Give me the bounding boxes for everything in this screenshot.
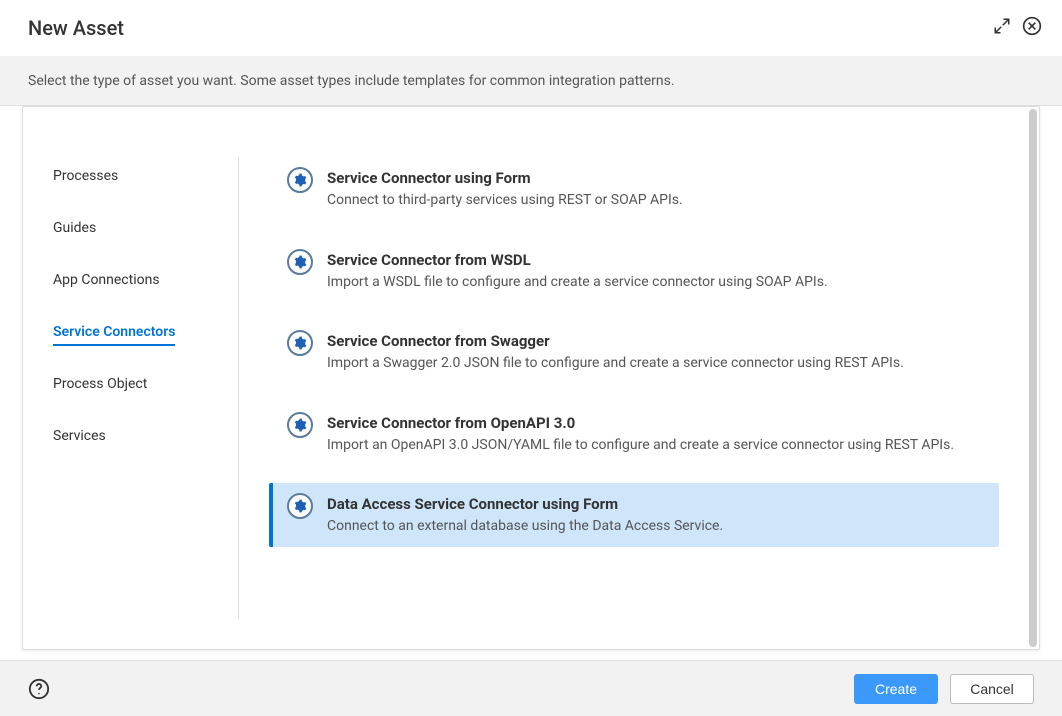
item-service-connector-wsdl[interactable]: Service Connector from WSDL Import a WSD…: [269, 239, 999, 303]
cancel-button[interactable]: Cancel: [950, 674, 1034, 704]
item-data-access-connector[interactable]: Data Access Service Connector using Form…: [269, 483, 999, 547]
help-icon[interactable]: [28, 678, 50, 700]
expand-icon[interactable]: [992, 16, 1012, 36]
sidebar-item-label: Service Connectors: [53, 324, 175, 340]
item-desc: Import a WSDL file to configure and crea…: [327, 273, 985, 293]
sidebar-item-label: App Connections: [53, 272, 160, 288]
item-service-connector-swagger[interactable]: Service Connector from Swagger Import a …: [269, 320, 999, 384]
item-desc: Import a Swagger 2.0 JSON file to config…: [327, 354, 985, 374]
item-title: Service Connector using Form: [327, 169, 985, 187]
dialog-description: Select the type of asset you want. Some …: [0, 56, 1062, 106]
item-title: Service Connector from OpenAPI 3.0: [327, 414, 985, 432]
gear-icon: [287, 412, 313, 438]
item-desc: Connect to an external database using th…: [327, 517, 985, 537]
sidebar-item-guides[interactable]: Guides: [53, 214, 96, 242]
close-icon[interactable]: [1022, 16, 1042, 36]
dialog-footer: Create Cancel: [0, 660, 1062, 716]
item-title: Service Connector from WSDL: [327, 251, 985, 269]
gear-icon: [287, 167, 313, 193]
item-text: Data Access Service Connector using Form…: [327, 493, 985, 537]
item-text: Service Connector using Form Connect to …: [327, 167, 985, 211]
item-title: Service Connector from Swagger: [327, 332, 985, 350]
header-actions: [992, 16, 1042, 36]
gear-icon: [287, 493, 313, 519]
asset-type-sidebar: Processes Guides App Connections Service…: [53, 157, 239, 619]
sidebar-item-app-connections[interactable]: App Connections: [53, 266, 160, 294]
sidebar-item-label: Process Object: [53, 376, 147, 392]
item-desc: Connect to third-party services using RE…: [327, 191, 985, 211]
item-text: Service Connector from WSDL Import a WSD…: [327, 249, 985, 293]
asset-items-panel: Service Connector using Form Connect to …: [239, 157, 1009, 619]
dialog-header: New Asset: [0, 0, 1062, 56]
gear-icon: [287, 249, 313, 275]
item-service-connector-form[interactable]: Service Connector using Form Connect to …: [269, 157, 999, 221]
sidebar-item-label: Processes: [53, 168, 118, 184]
sidebar-item-services[interactable]: Services: [53, 422, 106, 450]
item-text: Service Connector from OpenAPI 3.0 Impor…: [327, 412, 985, 456]
sidebar-item-service-connectors[interactable]: Service Connectors: [53, 318, 175, 346]
item-service-connector-openapi[interactable]: Service Connector from OpenAPI 3.0 Impor…: [269, 402, 999, 466]
sidebar-item-process-object[interactable]: Process Object: [53, 370, 147, 398]
item-desc: Import an OpenAPI 3.0 JSON/YAML file to …: [327, 436, 985, 456]
gear-icon: [287, 330, 313, 356]
main-panel: Processes Guides App Connections Service…: [22, 106, 1040, 650]
sidebar-item-processes[interactable]: Processes: [53, 162, 118, 190]
dialog-title: New Asset: [28, 16, 1034, 40]
item-title: Data Access Service Connector using Form: [327, 495, 985, 513]
create-button[interactable]: Create: [854, 674, 938, 704]
sidebar-item-label: Guides: [53, 220, 96, 236]
scrollbar[interactable]: [1029, 109, 1037, 647]
sidebar-item-label: Services: [53, 428, 106, 444]
item-text: Service Connector from Swagger Import a …: [327, 330, 985, 374]
